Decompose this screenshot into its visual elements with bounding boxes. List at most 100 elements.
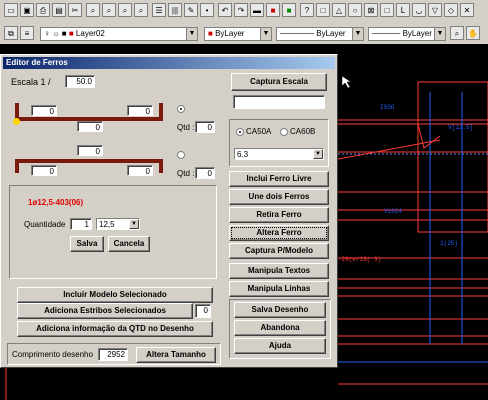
shape2-radio[interactable] bbox=[177, 151, 185, 159]
ajuda-button[interactable]: Ajuda bbox=[234, 338, 326, 354]
linetype-select[interactable]: ────── ByLayer ▼ bbox=[276, 27, 364, 41]
linetype-value: ByLayer bbox=[316, 29, 346, 38]
diameter-select[interactable]: 6.3 ▼ bbox=[234, 148, 324, 160]
bitola-select[interactable]: 12,5 ▼ bbox=[96, 218, 140, 230]
shape2-top-input[interactable]: 0 bbox=[77, 145, 103, 156]
chevron-down-icon: ▼ bbox=[313, 149, 323, 159]
diameter-value: 6.3 bbox=[237, 150, 249, 159]
arc-icon[interactable]: ◡ bbox=[412, 3, 426, 17]
zoom-window-icon[interactable]: ⌕ bbox=[102, 3, 116, 17]
editor-de-ferros-dialog: Editor de Ferros Escala 1 / 50.0 0 0 0 Q… bbox=[0, 54, 338, 368]
diamond-icon[interactable]: ◇ bbox=[444, 3, 458, 17]
manipula-linhas-button[interactable]: Manipula Linhas bbox=[229, 281, 329, 297]
adiciona-estribos-button[interactable]: Adiciona Estribos Selecionados bbox=[17, 303, 193, 319]
cad-label: ISSO bbox=[380, 104, 395, 111]
pan-icon[interactable]: ✋ bbox=[466, 26, 480, 40]
shape1-left-input[interactable]: 0 bbox=[31, 105, 57, 116]
layer-name: Layer02 bbox=[75, 29, 105, 38]
triangle-icon[interactable]: △ bbox=[332, 3, 346, 17]
lineweight-value: ByLayer bbox=[402, 29, 432, 38]
incluir-modelo-button[interactable]: Incluir Modelo Selecionado bbox=[17, 287, 213, 303]
funnel-icon[interactable]: ▽ bbox=[428, 3, 442, 17]
redo-icon[interactable]: ↷ bbox=[234, 3, 248, 17]
cut-icon[interactable]: ✂ bbox=[68, 3, 82, 17]
estribos-input[interactable]: 0 bbox=[195, 304, 211, 318]
help-icon[interactable]: ? bbox=[300, 3, 314, 17]
zoom-realtime-icon[interactable]: ⌕ bbox=[450, 26, 464, 40]
description-panel: 1ø12,5-403(06) Quantidade 1 12,5 ▼ Salva… bbox=[9, 185, 217, 279]
une-dois-ferros-button[interactable]: Une dois Ferros bbox=[229, 189, 329, 205]
rectangle-icon[interactable]: □ bbox=[316, 3, 330, 17]
new-file-icon[interactable]: ▭ bbox=[4, 3, 18, 17]
steel-panel: CA50A CA60B 6.3 ▼ bbox=[229, 119, 329, 167]
color-swatch: ■ bbox=[208, 29, 213, 38]
shape2-qtd-label: Qtd : bbox=[177, 169, 195, 178]
steel-ca50a-radio[interactable] bbox=[236, 128, 244, 136]
linetype-sample: ────── bbox=[280, 29, 317, 38]
cancela-button[interactable]: Cancela bbox=[108, 236, 150, 252]
layer-color-swatch: ■ bbox=[68, 29, 74, 38]
captura-modelo-button[interactable]: Captura P/Modelo bbox=[229, 243, 329, 259]
steel-ca60b-radio[interactable] bbox=[280, 128, 288, 136]
inclui-ferro-livre-button[interactable]: Inclui Ferro Livre bbox=[229, 171, 329, 187]
quantidade-input[interactable]: 1 bbox=[70, 218, 92, 230]
manipula-textos-button[interactable]: Manipula Textos bbox=[229, 263, 329, 279]
layer-select[interactable]: ♀ ☼ ■ ■ Layer02 ▼ bbox=[40, 27, 198, 41]
comprimento-label: Comprimento desenho bbox=[12, 350, 93, 359]
bar-description: 1ø12,5-403(06) bbox=[28, 198, 84, 207]
zoom-extents-icon[interactable]: ⌕ bbox=[118, 3, 132, 17]
escala-input[interactable]: 50.0 bbox=[65, 75, 95, 88]
box-icon[interactable]: □ bbox=[380, 3, 394, 17]
shape1-qtd-input[interactable]: 0 bbox=[195, 121, 215, 133]
layer-green-icon[interactable]: ■ bbox=[282, 3, 296, 17]
save-icon[interactable]: ▣ bbox=[20, 3, 34, 17]
cad-label: V1024 bbox=[384, 208, 403, 215]
shape1-radio[interactable] bbox=[177, 105, 185, 113]
quantidade-label: Quantidade bbox=[24, 220, 66, 229]
layer-state-icon[interactable]: ≡ bbox=[20, 26, 34, 40]
adiciona-info-button[interactable]: Adiciona informação da QTD no Desenho bbox=[17, 321, 213, 337]
layer-icon[interactable]: ▬ bbox=[250, 3, 264, 17]
shape2-right-input[interactable]: 0 bbox=[127, 165, 153, 176]
color-value: ByLayer bbox=[215, 29, 245, 38]
circle-icon[interactable]: ○ bbox=[348, 3, 362, 17]
captura-escala-input[interactable] bbox=[233, 95, 325, 109]
standard-toolbar: ▭ ▣ ⎙ ▤ ✂ ⌕ ⌕ ⌕ ⌕ ☰ ||| ✎ • ↶ ↷ ▬ ■ ■ ? … bbox=[0, 0, 488, 23]
layer-manager-icon[interactable]: ⧉ bbox=[4, 26, 18, 40]
shape1-bottom-input[interactable]: 0 bbox=[77, 121, 103, 132]
print-icon[interactable]: ⎙ bbox=[36, 3, 50, 17]
undo-icon[interactable]: ↶ bbox=[218, 3, 232, 17]
shape2-qtd-input[interactable]: 0 bbox=[195, 167, 215, 179]
zoom-icon[interactable]: ⌕ bbox=[86, 3, 100, 17]
shape2-left-input[interactable]: 0 bbox=[31, 165, 57, 176]
altera-ferro-button[interactable]: Altera Ferro bbox=[229, 225, 329, 241]
color-select[interactable]: ■ ByLayer ▼ bbox=[204, 27, 272, 41]
lightbulb-icon: ♀ ☼ ■ bbox=[44, 29, 69, 38]
x-icon[interactable]: ✕ bbox=[460, 3, 474, 17]
shape1-right-input[interactable]: 0 bbox=[127, 105, 153, 116]
columns-icon[interactable]: ||| bbox=[168, 3, 182, 17]
comprimento-input[interactable]: 2952 bbox=[98, 348, 128, 361]
bar-shape-endpoint-icon[interactable] bbox=[13, 118, 20, 125]
captura-escala-button[interactable]: Captura Escala bbox=[231, 73, 327, 91]
salva-desenho-button[interactable]: Salva Desenho bbox=[234, 302, 326, 318]
cad-label: V[12.5] bbox=[448, 124, 474, 131]
pencil-icon[interactable]: ✎ bbox=[184, 3, 198, 17]
bar-shape-bottom-line bbox=[15, 159, 163, 163]
abandona-button[interactable]: Abandona bbox=[234, 320, 326, 336]
bar-shape-2: 0 0 0 bbox=[9, 143, 173, 183]
lineweight-select[interactable]: ───── ByLayer ▼ bbox=[368, 27, 446, 41]
zoom-previous-icon[interactable]: ⌕ bbox=[134, 3, 148, 17]
preview-icon[interactable]: ▤ bbox=[52, 3, 66, 17]
point-icon[interactable]: • bbox=[200, 3, 214, 17]
altera-tamanho-button[interactable]: Altera Tamanho bbox=[136, 347, 216, 363]
cross-box-icon[interactable]: ⊠ bbox=[364, 3, 378, 17]
line-icon[interactable]: L bbox=[396, 3, 410, 17]
chevron-down-icon: ▼ bbox=[129, 219, 139, 229]
salva-button[interactable]: Salva bbox=[70, 236, 104, 252]
layer-red-icon[interactable]: ■ bbox=[266, 3, 280, 17]
cad-label: 1(25) bbox=[440, 240, 459, 247]
retira-ferro-button[interactable]: Retira Ferro bbox=[229, 207, 329, 223]
cad-bottom-text: -20(e/19( 3) bbox=[338, 256, 382, 263]
list-icon[interactable]: ☰ bbox=[152, 3, 166, 17]
